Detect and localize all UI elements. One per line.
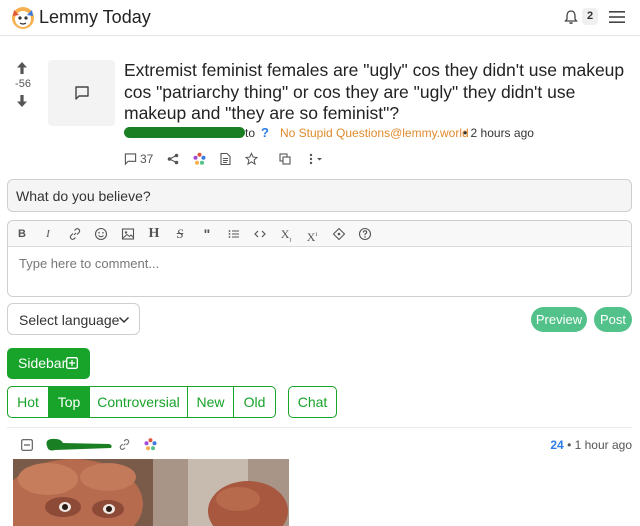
sort-new[interactable]: New	[188, 387, 234, 417]
italic-button[interactable]: I	[40, 227, 56, 241]
sidebar-label: Sidebar	[18, 355, 67, 371]
upvote-icon[interactable]	[15, 61, 29, 75]
comment-meta: 24 • 1 hour ago	[550, 438, 632, 452]
language-select-label: Select language	[19, 312, 120, 328]
code-button[interactable]	[252, 227, 268, 241]
preview-button[interactable]: Preview	[531, 307, 587, 332]
editor-toolbar: B I H S " Xı Xı	[8, 221, 631, 247]
post-time: • 2 hours ago	[463, 126, 534, 140]
downvote-icon[interactable]	[15, 94, 29, 108]
strikethrough-button[interactable]: S	[172, 227, 188, 241]
quote-button[interactable]: "	[199, 227, 215, 241]
notification-count-badge[interactable]: 2	[582, 8, 598, 25]
link-button[interactable]	[67, 227, 83, 241]
post-button[interactable]: Post	[594, 307, 632, 332]
belief-prompt-text: What do you believe?	[16, 188, 151, 204]
belief-prompt-box[interactable]: What do you believe?	[7, 179, 632, 212]
fediverse-icon[interactable]	[144, 438, 157, 451]
more-options-icon[interactable]	[309, 151, 329, 167]
post-meta: to ? No Stupid Questions@lemmy.world • 2…	[124, 125, 634, 142]
header-button[interactable]: H	[146, 227, 162, 241]
subscript-button[interactable]: Xı	[278, 227, 294, 243]
chat-view-button[interactable]: Chat	[288, 386, 337, 418]
post-actions: 37	[124, 151, 344, 167]
comment-count[interactable]: 37	[140, 152, 153, 166]
lemmy-logo-icon[interactable]	[10, 4, 36, 30]
comments-icon[interactable]	[124, 151, 137, 167]
source-icon[interactable]	[220, 151, 231, 167]
collapse-icon[interactable]	[21, 439, 33, 451]
post-score: -56	[15, 78, 31, 90]
spoiler-button[interactable]	[331, 227, 347, 241]
chevron-down-icon	[118, 316, 130, 324]
post-thumbnail[interactable]	[48, 60, 115, 126]
share-icon[interactable]	[167, 151, 179, 167]
list-button[interactable]	[226, 227, 242, 241]
community-link[interactable]: No Stupid Questions@lemmy.world	[280, 126, 469, 140]
post-meta-to: to	[245, 126, 256, 140]
sidebar-toggle-button[interactable]: Sidebar	[7, 348, 90, 379]
comment-score[interactable]: 24	[550, 438, 563, 452]
bold-button[interactable]: B	[14, 227, 30, 241]
menu-icon[interactable]	[609, 10, 625, 24]
plus-square-icon	[66, 357, 78, 369]
emoji-button[interactable]	[93, 227, 109, 241]
sort-top[interactable]: Top	[49, 387, 90, 417]
comment-sort-group: Hot Top Controversial New Old	[7, 386, 276, 418]
comment-editor: B I H S " Xı Xı Type here to comment...	[7, 220, 632, 297]
divider	[7, 427, 632, 428]
sort-old[interactable]: Old	[234, 387, 275, 417]
redacted-commenter-name	[46, 438, 112, 451]
ferengi-image	[13, 459, 289, 526]
post-title[interactable]: Extremist feminist females are "ugly" co…	[124, 60, 634, 125]
text-post-icon	[75, 86, 89, 100]
help-button[interactable]	[357, 227, 373, 241]
redacted-username	[124, 127, 245, 138]
community-question-icon: ?	[261, 125, 269, 140]
star-icon[interactable]	[245, 151, 258, 167]
image-button[interactable]	[120, 227, 136, 241]
comment-textarea[interactable]: Type here to comment...	[19, 256, 159, 271]
comment-time: • 1 hour ago	[567, 438, 632, 452]
fediverse-icon[interactable]	[193, 151, 206, 167]
sort-hot[interactable]: Hot	[8, 387, 49, 417]
comment-image[interactable]	[13, 459, 289, 526]
site-name[interactable]: Lemmy Today	[39, 7, 151, 28]
superscript-button[interactable]: Xı	[304, 227, 320, 244]
sort-controversial[interactable]: Controversial	[90, 387, 188, 417]
bell-icon[interactable]	[563, 9, 579, 25]
language-select[interactable]: Select language	[7, 303, 140, 335]
link-icon[interactable]	[118, 438, 131, 451]
navbar: Lemmy Today 2	[0, 0, 640, 36]
crosspost-icon[interactable]	[279, 151, 291, 167]
